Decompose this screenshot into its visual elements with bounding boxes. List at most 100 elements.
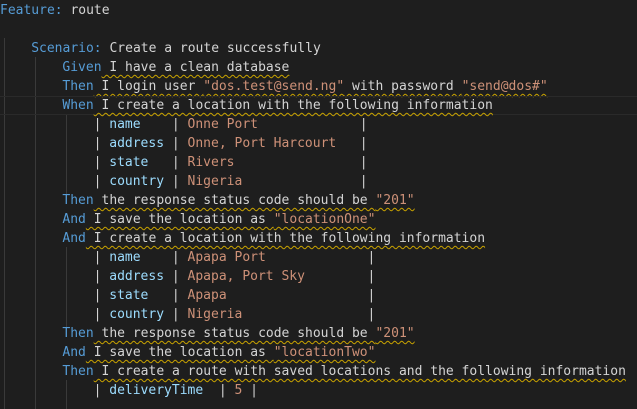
code-line[interactable]: Then the response status code should be … xyxy=(0,324,637,343)
table-key-cell: address xyxy=(109,136,172,151)
feature-title: route xyxy=(62,3,110,18)
step-string: "201" xyxy=(375,326,415,341)
table-pipe: | xyxy=(367,250,384,265)
table-pipe: | xyxy=(93,383,110,398)
table-row[interactable]: | deliveryTime | 5 | xyxy=(0,381,637,400)
step-keyword: And xyxy=(62,345,86,360)
table-pipe: | xyxy=(171,117,188,132)
table-key-cell: name xyxy=(109,117,172,132)
table-key-cell: address xyxy=(109,269,172,284)
step-text: I create a route with saved locations an… xyxy=(94,364,626,379)
step-text-part: with password xyxy=(344,79,462,94)
table-row[interactable]: | state | Apapa | xyxy=(0,286,637,305)
table-key-cell: country xyxy=(109,174,172,189)
table-pipe: | xyxy=(367,288,384,303)
table-key-cell: deliveryTime xyxy=(109,383,219,398)
step-keyword: Given xyxy=(62,60,102,75)
table-value-cell: Apapa, Port Sky xyxy=(187,269,368,284)
table-value-cell: Nigeria xyxy=(187,174,360,189)
step-keyword: Then xyxy=(62,364,94,379)
table-key-cell: name xyxy=(109,250,172,265)
table-pipe: | xyxy=(359,117,376,132)
step-text-part: I save the location as xyxy=(85,345,274,360)
table-pipe: | xyxy=(93,155,110,170)
table-pipe: | xyxy=(171,136,188,151)
step-keyword: And xyxy=(62,212,86,227)
table-pipe: | xyxy=(171,288,188,303)
table-pipe: | xyxy=(93,307,110,322)
code-line[interactable]: And I create a location with the followi… xyxy=(0,229,637,248)
table-row[interactable]: | name | Onne Port | xyxy=(0,115,637,134)
step-text: I create a location with the following i… xyxy=(94,98,493,113)
scenario-keyword: Scenario: xyxy=(31,41,102,56)
code-line[interactable]: And I save the location as "locationTwo" xyxy=(0,343,637,362)
table-value-cell: Onne Port xyxy=(187,117,360,132)
table-pipe: | xyxy=(171,307,188,322)
step-text-part: I login user xyxy=(93,79,204,94)
step-string: "201" xyxy=(375,193,415,208)
table-pipe: | xyxy=(171,250,188,265)
step-text: I save the location as "locationOne" xyxy=(86,212,376,227)
table-pipe: | xyxy=(93,269,110,284)
table-row[interactable]: | country | Nigeria | xyxy=(0,305,637,324)
step-text-part: the response status code should be xyxy=(93,193,376,208)
code-line[interactable]: And I save the location as "locationOne" xyxy=(0,210,637,229)
code-editor[interactable]: Feature: route Scenario: Create a route s… xyxy=(0,0,637,409)
table-pipe: | xyxy=(171,269,188,284)
code-line[interactable]: When I create a location with the follow… xyxy=(0,96,637,115)
step-keyword: And xyxy=(62,231,86,246)
table-key-cell: state xyxy=(109,155,172,170)
code-line[interactable]: Then I create a route with saved locatio… xyxy=(0,362,637,381)
step-text-part: I have a clean database xyxy=(101,60,290,75)
table-pipe: | xyxy=(367,307,384,322)
table-key-cell: country xyxy=(109,307,172,322)
step-keyword: Then xyxy=(62,79,94,94)
table-pipe: | xyxy=(93,250,110,265)
code-line[interactable]: Feature: route xyxy=(0,1,637,20)
code-line[interactable]: Given I have a clean database xyxy=(0,58,637,77)
step-text-part: the response status code should be xyxy=(93,326,376,341)
code-line[interactable]: Then I login user "dos.test@send.ng" wit… xyxy=(0,77,637,96)
table-value-cell: Apapa xyxy=(187,288,368,303)
step-text: I create a location with the following i… xyxy=(86,231,485,246)
table-pipe: | xyxy=(359,174,376,189)
table-pipe: | xyxy=(250,383,266,398)
step-keyword: When xyxy=(62,98,94,113)
step-keyword: Then xyxy=(62,326,94,341)
table-row[interactable]: | name | Apapa Port | xyxy=(0,248,637,267)
blank-line[interactable] xyxy=(0,20,637,39)
table-pipe: | xyxy=(367,269,384,284)
step-text: the response status code should be "201" xyxy=(94,326,415,341)
code-line[interactable]: Scenario: Create a route successfully xyxy=(0,39,637,58)
table-pipe: | xyxy=(359,155,376,170)
table-pipe: | xyxy=(171,155,188,170)
step-string: "dos.test@send.ng" xyxy=(203,79,345,94)
step-text-part: I create a location with the following i… xyxy=(93,98,493,113)
table-value-cell: Apapa Port xyxy=(187,250,368,265)
feature-keyword: Feature: xyxy=(0,3,63,18)
step-keyword: Then xyxy=(62,193,94,208)
step-text: the response status code should be "201" xyxy=(94,193,415,208)
table-row[interactable]: | state | Rivers | xyxy=(0,153,637,172)
table-row[interactable]: | country | Nigeria | xyxy=(0,172,637,191)
table-key-cell: state xyxy=(109,288,172,303)
table-value-cell: Nigeria xyxy=(187,307,368,322)
table-pipe: | xyxy=(93,136,110,151)
table-row[interactable]: | address | Onne, Port Harcourt | xyxy=(0,134,637,153)
step-text-part: I save the location as xyxy=(85,212,274,227)
scenario-title: Create a route successfully xyxy=(101,41,321,56)
table-pipe: | xyxy=(93,174,110,189)
step-text-part: I create a location with the following i… xyxy=(85,231,486,246)
step-string: "locationOne" xyxy=(273,212,376,227)
code-line[interactable]: Then the response status code should be … xyxy=(0,191,637,210)
table-pipe: | xyxy=(93,117,110,132)
table-pipe: | xyxy=(218,383,235,398)
table-value-cell: 5 xyxy=(234,383,251,398)
table-value-cell: Onne, Port Harcourt xyxy=(187,136,360,151)
table-pipe: | xyxy=(93,288,110,303)
step-text: I login user "dos.test@send.ng" with pas… xyxy=(94,79,548,94)
step-text: I have a clean database xyxy=(101,60,290,75)
table-row[interactable]: | address | Apapa, Port Sky | xyxy=(0,267,637,286)
step-text-part: I create a route with saved locations an… xyxy=(93,364,626,379)
table-pipe: | xyxy=(171,174,188,189)
